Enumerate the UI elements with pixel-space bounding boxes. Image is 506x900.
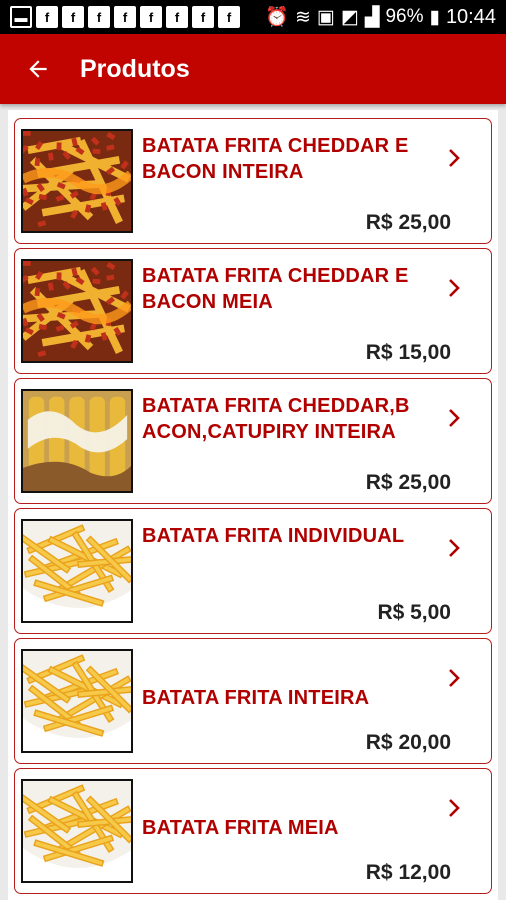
notification-icons: ▬ f f f f f f f f: [10, 6, 240, 28]
product-image: [21, 649, 133, 753]
product-card[interactable]: BATATA FRITA CHEDDAR,BACON,CATUPIRY INTE…: [14, 378, 492, 504]
signal-off-icon: ◩: [340, 6, 359, 28]
message-icon: ▬: [10, 6, 32, 28]
plain-fries-image: [23, 651, 131, 751]
facebook-icon: f: [218, 6, 240, 28]
signal-icon: ▟: [364, 6, 380, 28]
chevron-right-icon: [449, 539, 460, 557]
cheddar-bacon-fries-image: [23, 261, 131, 361]
wifi-icon: ≋: [294, 6, 311, 28]
facebook-icon: f: [192, 6, 214, 28]
facebook-icon: f: [88, 6, 110, 28]
arrow-left-icon: [29, 60, 47, 78]
product-card[interactable]: BATATA FRITA INTEIRA R$ 20,00: [14, 638, 492, 764]
product-price: R$ 20,00: [365, 731, 451, 754]
product-image: [21, 129, 133, 233]
battery-level: 96%: [385, 6, 424, 27]
facebook-icon: f: [166, 6, 188, 28]
product-card[interactable]: BATATA FRITA MEIA R$ 12,00: [14, 768, 492, 894]
plain-fries-image: [23, 781, 131, 881]
chevron-right-icon: [449, 799, 460, 817]
product-image: [21, 779, 133, 883]
product-name: BATATA FRITA CHEDDAR E BACON MEIA: [142, 265, 409, 313]
back-button[interactable]: [22, 53, 54, 85]
product-price: R$ 25,00: [365, 211, 451, 234]
product-image: [21, 389, 133, 493]
facebook-icon: f: [62, 6, 84, 28]
facebook-icon: f: [114, 6, 136, 28]
product-list: BATATA FRITA CHEDDAR E BACON INTEIRA R$ …: [8, 110, 498, 900]
product-name: BATATA FRITA INDIVIDUAL: [142, 525, 405, 547]
product-price: R$ 25,00: [365, 471, 451, 494]
product-name: BATATA FRITA INTEIRA: [142, 687, 370, 709]
cheddar-bacon-fries-image: [23, 131, 131, 231]
product-image: [21, 259, 133, 363]
chevron-right-icon: [449, 409, 460, 427]
product-name: BATATA FRITA MEIA: [142, 817, 339, 839]
facebook-icon: f: [140, 6, 162, 28]
catupiry-fries-image: [23, 391, 131, 491]
chevron-right-icon: [449, 279, 460, 297]
battery-icon: ▮: [429, 6, 440, 28]
status-bar: ▬ f f f f f f f f ⏰ ≋ ▣ ◩ ▟ 96% ▮ 10:44: [0, 0, 506, 34]
product-name: BATATA FRITA CHEDDAR,BACON,CATUPIRY INTE…: [142, 395, 410, 443]
plain-fries-image: [23, 521, 131, 621]
facebook-icon: f: [36, 6, 58, 28]
nfc-icon: ▣: [316, 6, 335, 28]
product-name: BATATA FRITA CHEDDAR E BACON INTEIRA: [142, 135, 409, 183]
alarm-icon: ⏰: [265, 7, 289, 28]
system-icons: ⏰ ≋ ▣ ◩ ▟ 96% ▮ 10:44: [265, 5, 496, 29]
product-price: R$ 15,00: [365, 341, 451, 364]
product-card[interactable]: BATATA FRITA CHEDDAR E BACON MEIA R$ 15,…: [14, 248, 492, 374]
clock: 10:44: [445, 5, 496, 28]
product-image: [21, 519, 133, 623]
product-price: R$ 12,00: [365, 861, 451, 884]
app-bar: Produtos: [0, 34, 506, 104]
product-card[interactable]: BATATA FRITA CHEDDAR E BACON INTEIRA R$ …: [14, 118, 492, 244]
product-price: R$ 5,00: [377, 601, 451, 624]
product-card[interactable]: BATATA FRITA INDIVIDUAL R$ 5,00: [14, 508, 492, 634]
chevron-right-icon: [449, 149, 460, 167]
chevron-right-icon: [449, 669, 460, 687]
page-title: Produtos: [80, 54, 190, 83]
